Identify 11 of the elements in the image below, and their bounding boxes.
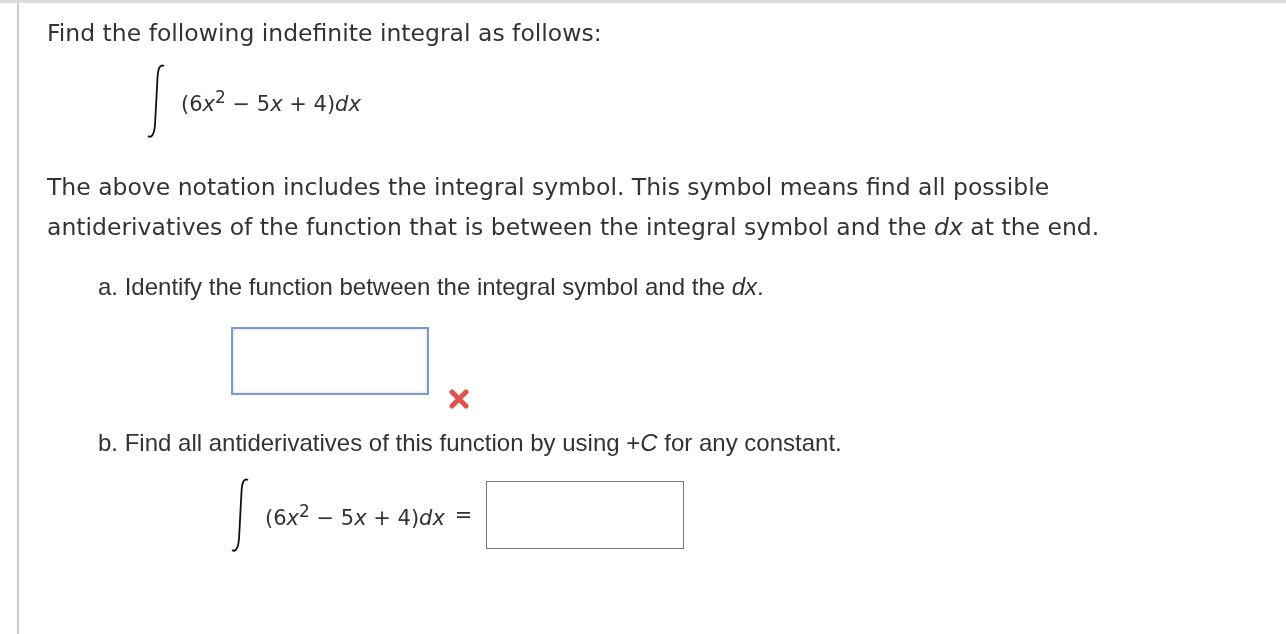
answer-field[interactable] (486, 481, 685, 549)
part-question: b. Find all antiderivatives of this function by using +C for any constant. (98, 429, 843, 457)
integral-icon (147, 63, 167, 139)
part-question: a. Identify the function between the integral symbol and the dx. (98, 273, 765, 301)
question-text: Find the following indefinite integral as follows: (47, 18, 603, 49)
equals-sign: = (454, 503, 473, 527)
explanation-text: The above notation includes the integral symbol. This symbol means find all possible antiderivatives of the function that is between the integral symbol and the dx at the end. (47, 172, 1101, 243)
integral-expression: (6x$^{2}$ − 5x + 4)dx (265, 500, 445, 530)
answer-field[interactable] (231, 327, 429, 395)
integral-icon (231, 477, 251, 553)
integral-expression: (6x$^{2}$ − 5x + 4)dx (181, 86, 361, 116)
